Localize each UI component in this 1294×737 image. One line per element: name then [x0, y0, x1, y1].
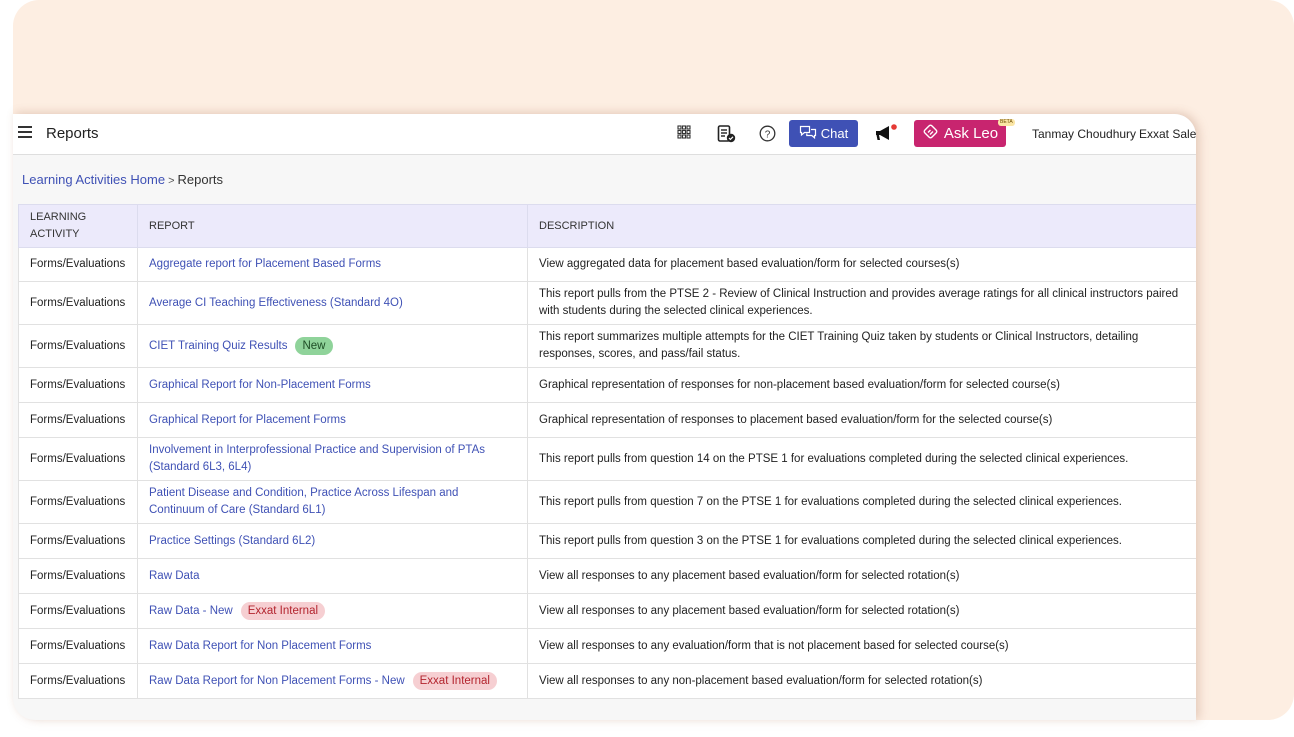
report-link[interactable]: Patient Disease and Condition, Practice … — [149, 487, 458, 516]
learning-activity-cell: Forms/Evaluations — [18, 247, 138, 282]
task-checklist-icon[interactable] — [717, 125, 736, 143]
learning-activity-cell: Forms/Evaluations — [18, 663, 138, 699]
table-row: Forms/Evaluations Average CI Teaching Eff… — [18, 281, 1196, 325]
new-badge: New — [295, 337, 333, 355]
table-row: Forms/Evaluations Practice Settings (Stan… — [18, 523, 1196, 559]
report-cell: Aggregate report for Placement Based For… — [137, 247, 528, 282]
report-cell: Raw Data — [137, 558, 528, 594]
top-bar: Reports ? Chat Ask Leo BETA Tanmay Choud… — [13, 114, 1196, 155]
beta-badge: BETA — [998, 119, 1015, 126]
chat-button[interactable]: Chat — [789, 120, 858, 147]
table-row: Forms/Evaluations Graphical Report for Pl… — [18, 402, 1196, 438]
column-header-description: DESCRIPTION — [527, 204, 1196, 248]
learning-activity-cell: Forms/Evaluations — [18, 523, 138, 559]
column-header-report: REPORT — [137, 204, 528, 248]
table-header-row: LEARNING ACTIVITY REPORT DESCRIPTION — [18, 204, 1196, 248]
description-cell: This report summarizes multiple attempts… — [527, 324, 1196, 368]
report-cell: Raw Data Report for Non Placement Forms — [137, 628, 528, 664]
learning-activity-cell: Forms/Evaluations — [18, 437, 138, 481]
table-row: Forms/Evaluations Aggregate report for Pl… — [18, 247, 1196, 282]
description-cell: This report pulls from question 3 on the… — [527, 523, 1196, 559]
leo-logo-icon — [922, 123, 939, 144]
chat-label: Chat — [820, 126, 849, 141]
learning-activity-cell: Forms/Evaluations — [18, 480, 138, 524]
report-link[interactable]: Aggregate report for Placement Based For… — [149, 258, 381, 270]
ask-leo-label: Ask Leo — [943, 125, 999, 142]
table-row: Forms/Evaluations Patient Disease and Con… — [18, 480, 1196, 524]
table-row: Forms/Evaluations Involvement in Interpro… — [18, 437, 1196, 481]
report-link[interactable]: Involvement in Interprofessional Practic… — [149, 444, 485, 473]
report-link[interactable]: CIET Training Quiz Results — [149, 340, 287, 352]
chat-icon — [799, 125, 817, 142]
report-cell: Average CI Teaching Effectiveness (Stand… — [137, 281, 528, 325]
report-cell: Raw Data - New Exxat Internal — [137, 593, 528, 629]
breadcrumb-home-link[interactable]: Learning Activities Home — [22, 172, 165, 187]
report-link[interactable]: Graphical Report for Placement Forms — [149, 414, 346, 426]
breadcrumb: Learning Activities Home > Reports — [22, 172, 223, 187]
apps-grid-icon[interactable] — [677, 125, 695, 143]
megaphone-icon[interactable] — [875, 124, 897, 142]
report-cell: Graphical Report for Placement Forms — [137, 402, 528, 438]
description-cell: Graphical representation of responses fo… — [527, 367, 1196, 403]
report-link[interactable]: Graphical Report for Non-Placement Forms — [149, 379, 371, 391]
report-cell: CIET Training Quiz Results New — [137, 324, 528, 368]
report-link[interactable]: Raw Data Report for Non Placement Forms … — [149, 675, 405, 687]
table-row: Forms/Evaluations Raw Data Report for Non… — [18, 663, 1196, 699]
learning-activity-cell: Forms/Evaluations — [18, 367, 138, 403]
report-link[interactable]: Raw Data Report for Non Placement Forms — [149, 640, 371, 652]
report-cell: Practice Settings (Standard 6L2) — [137, 523, 528, 559]
svg-text:?: ? — [765, 129, 771, 140]
table-row: Forms/Evaluations Graphical Report for No… — [18, 367, 1196, 403]
report-link[interactable]: Practice Settings (Standard 6L2) — [149, 535, 315, 547]
report-link[interactable]: Average CI Teaching Effectiveness (Stand… — [149, 297, 403, 309]
learning-activity-cell: Forms/Evaluations — [18, 628, 138, 664]
description-cell: This report pulls from the PTSE 2 - Revi… — [527, 281, 1196, 325]
page-title: Reports — [46, 125, 99, 142]
table-row: Forms/Evaluations Raw Data - New Exxat Int… — [18, 593, 1196, 629]
column-header-learning-activity: LEARNING ACTIVITY — [18, 204, 138, 248]
menu-icon[interactable] — [18, 126, 32, 138]
org-name[interactable]: Exxat Sales — [1139, 127, 1196, 141]
learning-activity-cell: Forms/Evaluations — [18, 593, 138, 629]
description-cell: View all responses to any placement base… — [527, 558, 1196, 594]
app-window: Reports ? Chat Ask Leo BETA Tanmay Choud… — [13, 114, 1196, 720]
report-link[interactable]: Raw Data - New — [149, 605, 233, 617]
learning-activity-cell: Forms/Evaluations — [18, 281, 138, 325]
table-row: Forms/Evaluations Raw Data Report for Non… — [18, 628, 1196, 664]
description-cell: View all responses to any non-placement … — [527, 663, 1196, 699]
table-row: Forms/Evaluations Raw Data View all respon… — [18, 558, 1196, 594]
description-cell: This report pulls from question 7 on the… — [527, 480, 1196, 524]
description-cell: Graphical representation of responses to… — [527, 402, 1196, 438]
report-cell: Patient Disease and Condition, Practice … — [137, 480, 528, 524]
report-link[interactable]: Raw Data — [149, 570, 200, 582]
reports-table: LEARNING ACTIVITY REPORT DESCRIPTION For… — [18, 204, 1196, 699]
report-cell: Involvement in Interprofessional Practic… — [137, 437, 528, 481]
breadcrumb-current: Reports — [177, 172, 224, 187]
user-name[interactable]: Tanmay Choudhury — [1032, 127, 1136, 141]
learning-activity-cell: Forms/Evaluations — [18, 558, 138, 594]
learning-activity-cell: Forms/Evaluations — [18, 324, 138, 368]
description-cell: This report pulls from question 14 on th… — [527, 437, 1196, 481]
table-row: Forms/Evaluations CIET Training Quiz Resu… — [18, 324, 1196, 368]
exxat-internal-badge: Exxat Internal — [240, 602, 326, 620]
description-cell: View aggregated data for placement based… — [527, 247, 1196, 282]
help-icon[interactable]: ? — [759, 125, 777, 143]
description-cell: View all responses to any evaluation/for… — [527, 628, 1196, 664]
description-cell: View all responses to any placement base… — [527, 593, 1196, 629]
report-cell: Graphical Report for Non-Placement Forms — [137, 367, 528, 403]
breadcrumb-separator: > — [168, 175, 175, 187]
ask-leo-button[interactable]: Ask Leo — [914, 120, 1006, 147]
report-cell: Raw Data Report for Non Placement Forms … — [137, 663, 528, 699]
exxat-internal-badge: Exxat Internal — [412, 672, 497, 690]
learning-activity-cell: Forms/Evaluations — [18, 402, 138, 438]
